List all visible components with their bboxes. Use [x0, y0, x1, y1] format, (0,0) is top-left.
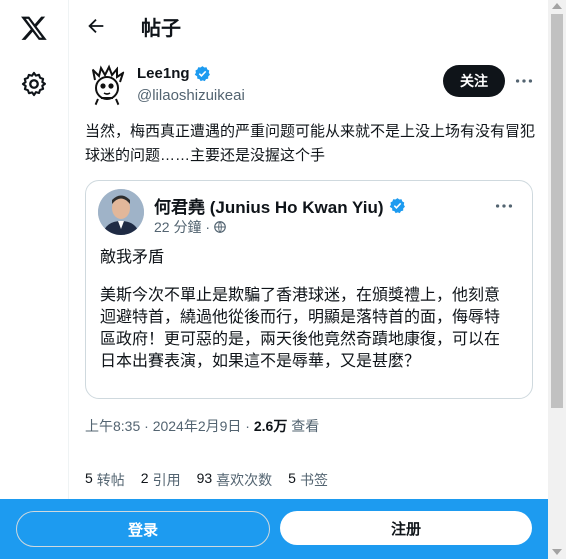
login-button[interactable]: 登录	[16, 511, 270, 547]
x-logo-icon[interactable]	[20, 14, 48, 42]
login-prompt-bar: 登录 注册	[0, 499, 548, 559]
author-avatar[interactable]	[85, 64, 129, 108]
quoted-timestamp: 22 分鐘 ·	[154, 217, 227, 237]
author-name-text: Lee1ng	[137, 65, 190, 82]
back-arrow-icon[interactable]	[85, 15, 107, 37]
reposts-stat[interactable]: 5 转帖	[85, 470, 125, 490]
quotes-count: 2	[140, 470, 149, 486]
quoted-post-card[interactable]: 何君堯 (Junius Ho Kwan Yiu) 22 分鐘 · 敵我矛盾 美斯…	[85, 180, 533, 399]
scrollbar-thumb[interactable]	[551, 14, 563, 408]
quoted-text-line1: 敵我矛盾	[100, 249, 165, 266]
bookmarks-count: 5	[288, 470, 296, 486]
reposts-count: 5	[85, 470, 93, 486]
views-label: 查看	[287, 418, 320, 434]
verified-badge-icon	[194, 66, 210, 82]
scroll-up-arrow-icon[interactable]	[552, 3, 562, 9]
quoted-time-text: 22 分鐘 ·	[154, 219, 211, 235]
quotes-stat[interactable]: 2 引用	[141, 470, 181, 490]
engagement-stats: 5 转帖 2 引用 93 喜欢次数 5 书签	[85, 470, 328, 490]
post-header: 帖子	[69, 0, 548, 54]
quoted-author-avatar[interactable]	[98, 189, 144, 235]
likes-stat[interactable]: 93 喜欢次数	[197, 470, 273, 490]
views-count: 2.6万	[253, 418, 288, 434]
follow-button[interactable]: 关注	[443, 65, 505, 97]
post-time[interactable]: 上午8:35 · 2024年2月9日 ·	[85, 418, 254, 434]
quoted-author-name-text: 何君堯 (Junius Ho Kwan Yiu)	[154, 198, 384, 217]
more-options-icon[interactable]	[513, 70, 535, 92]
quoted-more-options-icon[interactable]	[493, 195, 515, 217]
post-meta: 上午8:35 · 2024年2月9日 · 2.6万 查看	[85, 416, 319, 436]
quoted-text-body: 美斯今次不單止是欺騙了香港球迷，在頒獎禮上，他刻意迴避特首，繞過他從後而行，明顯…	[100, 287, 501, 370]
post-detail-column: 帖子 Lee1ng @lilaoshizuikeai 关注 当然，梅西真正遭遇的…	[69, 0, 548, 559]
likes-count: 93	[196, 470, 213, 486]
bookmarks-label: 书签	[299, 472, 328, 488]
quoted-author-name[interactable]: 何君堯 (Junius Ho Kwan Yiu)	[154, 193, 406, 218]
signup-button[interactable]: 注册	[280, 511, 532, 545]
cartoon-avatar-icon	[86, 64, 128, 107]
author-handle[interactable]: @lilaoshizuikeai	[137, 87, 245, 104]
author-name[interactable]: Lee1ng	[137, 65, 211, 82]
globe-icon	[214, 221, 226, 233]
page-title: 帖子	[141, 18, 181, 40]
bookmarks-stat[interactable]: 5 书签	[288, 470, 328, 490]
reposts-label: 转帖	[96, 472, 125, 488]
scroll-down-arrow-icon[interactable]	[552, 549, 562, 555]
post-text: 当然，梅西真正遭遇的严重问题可能从来就不是上没上场有没有冒犯球迷的问题……主要还…	[85, 123, 536, 164]
likes-label: 喜欢次数	[216, 472, 273, 488]
vertical-scrollbar[interactable]	[548, 0, 566, 559]
verified-badge-icon	[389, 198, 405, 214]
settings-gear-icon[interactable]	[20, 70, 48, 98]
portrait-photo-icon	[98, 189, 144, 235]
quotes-label: 引用	[152, 472, 181, 488]
left-navigation-rail	[0, 0, 69, 559]
